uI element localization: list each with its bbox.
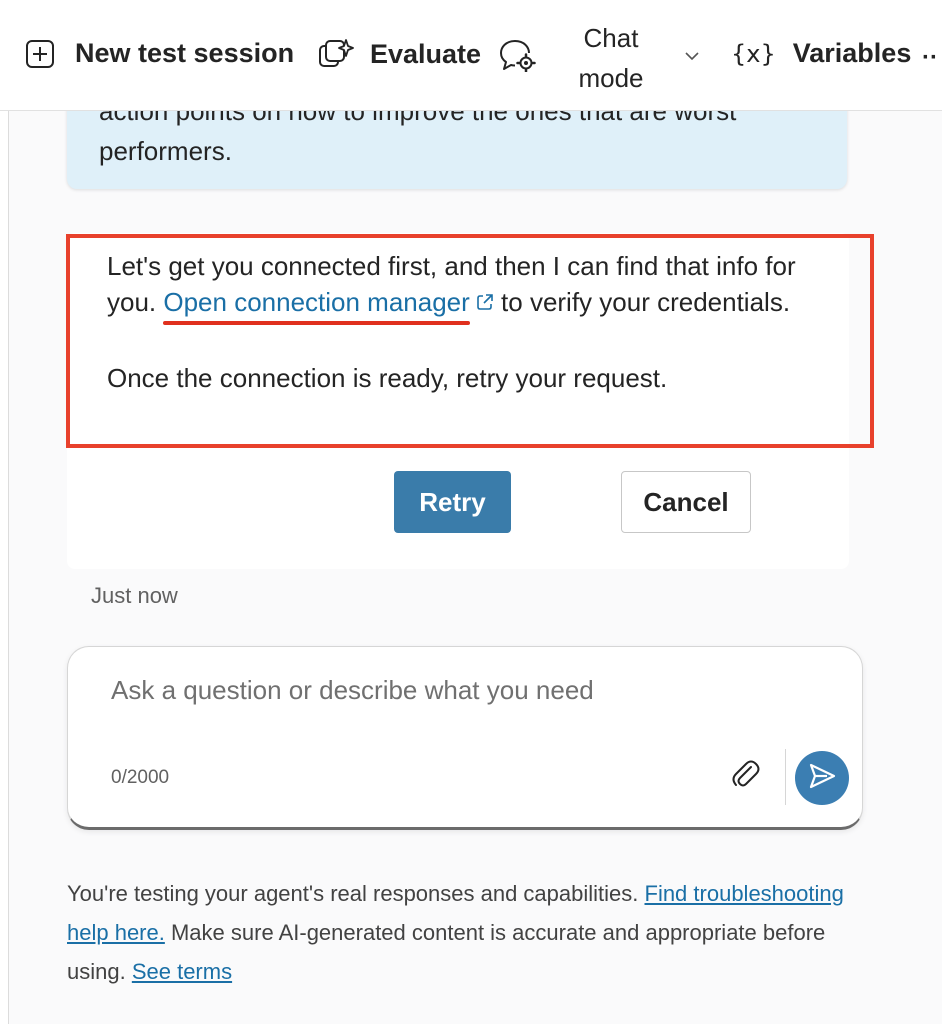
- bot-message-text: Let's get you connected first, and then …: [107, 248, 827, 396]
- chat-input-box[interactable]: Ask a question or describe what you need…: [67, 646, 863, 830]
- open-external-icon: [476, 284, 494, 320]
- new-test-session-label: New test session: [75, 38, 295, 68]
- chat-panel: action points on how to improve the ones…: [8, 111, 942, 1024]
- see-terms-link[interactable]: See terms: [132, 959, 232, 984]
- link-text: Open connection manager: [163, 287, 470, 317]
- bot-text-after-link: to verify your credentials.: [493, 287, 791, 317]
- bot-paragraph-2: Once the connection is ready, retry your…: [107, 363, 668, 393]
- chat-input-placeholder[interactable]: Ask a question or describe what you need: [111, 675, 594, 706]
- cancel-button[interactable]: Cancel: [621, 471, 751, 533]
- paperclip-icon[interactable]: [731, 759, 761, 798]
- bot-paragraph-1: Let's get you connected first, and then …: [107, 248, 827, 325]
- input-divider: [785, 749, 786, 805]
- open-connection-manager-link[interactable]: Open connection manager: [163, 284, 470, 325]
- more-options-icon[interactable]: ··: [922, 44, 938, 72]
- sparkle-copy-icon: [318, 38, 354, 70]
- user-message-line-2: performers.: [99, 136, 232, 166]
- evaluate-button[interactable]: Evaluate: [318, 38, 481, 70]
- char-count: 0/2000: [111, 767, 170, 788]
- plus-square-icon: [25, 39, 55, 69]
- user-message-text: action points on how to improve the ones…: [99, 111, 817, 171]
- variable-icon: {x}: [731, 39, 776, 68]
- variables-button[interactable]: {x} Variables: [731, 38, 911, 69]
- toolbar: New test session Evaluate Chat mode {x} …: [0, 0, 942, 111]
- evaluate-label: Evaluate: [370, 38, 482, 69]
- chat-gear-icon[interactable]: [498, 38, 538, 72]
- user-message-bubble: action points on how to improve the ones…: [67, 111, 847, 189]
- link-underline-annotation: [163, 321, 470, 325]
- user-message-line-1: action points on how to improve the ones…: [99, 111, 737, 126]
- chevron-down-icon[interactable]: [684, 50, 700, 62]
- send-button[interactable]: [795, 751, 849, 805]
- new-test-session-button[interactable]: New test session: [25, 38, 294, 69]
- chat-mode-label[interactable]: Chat mode: [575, 18, 647, 98]
- send-icon: [807, 761, 837, 796]
- disclaimer-footer: You're testing your agent's real respons…: [67, 874, 867, 991]
- message-timestamp: Just now: [91, 583, 178, 608]
- retry-button[interactable]: Retry: [394, 471, 511, 533]
- footer-text-1: You're testing your agent's real respons…: [67, 881, 645, 906]
- variables-label: Variables: [792, 38, 912, 68]
